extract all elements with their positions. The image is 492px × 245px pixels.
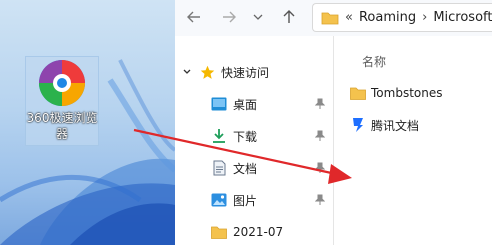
navigation-pane: 快速访问 桌面 下载 文档 图片 2021-07 bbox=[175, 36, 333, 245]
address-bar[interactable]: « Roaming › Microsoft bbox=[312, 3, 492, 32]
nav-item-label: 2021-07 bbox=[233, 225, 284, 239]
pin-icon[interactable] bbox=[315, 130, 325, 142]
desktop-shortcut-360-browser[interactable]: 360极速浏览器 bbox=[25, 56, 99, 146]
chevron-down-icon bbox=[183, 69, 191, 74]
nav-item-label: 图片 bbox=[233, 193, 258, 208]
arrow-up-icon bbox=[283, 10, 295, 23]
list-item[interactable]: 腾讯文档 bbox=[350, 114, 419, 136]
recent-locations-button[interactable] bbox=[251, 6, 265, 28]
nav-item-documents[interactable]: 文档 bbox=[211, 157, 257, 179]
download-icon bbox=[211, 128, 227, 144]
desktop-shortcut-label: 360极速浏览器 bbox=[26, 111, 98, 141]
breadcrumb-overflow[interactable]: « bbox=[345, 10, 353, 25]
chevron-down-icon bbox=[253, 14, 263, 20]
breadcrumb-roaming[interactable]: Roaming bbox=[359, 10, 416, 25]
nav-item-desktop[interactable]: 桌面 bbox=[211, 93, 257, 115]
pin-icon[interactable] bbox=[315, 194, 325, 206]
nav-item-label: 下载 bbox=[233, 129, 258, 144]
nav-item-label: 桌面 bbox=[233, 97, 258, 112]
folder-icon bbox=[321, 12, 339, 24]
file-list: 名称 Tombstones 腾讯文档 bbox=[334, 36, 492, 245]
breadcrumb-separator[interactable]: › bbox=[422, 10, 427, 25]
up-button[interactable] bbox=[278, 6, 300, 28]
nav-item-2021-07[interactable]: 2021-07 bbox=[211, 221, 283, 243]
nav-item-label: 快速访问 bbox=[221, 65, 270, 80]
nav-quick-access[interactable]: 快速访问 bbox=[183, 61, 269, 83]
column-header-name[interactable]: 名称 bbox=[362, 53, 386, 70]
360-browser-logo-icon bbox=[39, 60, 85, 106]
file-explorer-window: « Roaming › Microsoft 快速访问 桌面 下载 文档 图片 2… bbox=[175, 0, 492, 245]
arrow-right-icon bbox=[223, 11, 236, 23]
navigation-toolbar: « Roaming › Microsoft bbox=[175, 0, 492, 36]
list-item[interactable]: Tombstones bbox=[350, 82, 442, 104]
back-button[interactable] bbox=[183, 6, 205, 28]
star-icon bbox=[199, 64, 215, 80]
picture-icon bbox=[211, 192, 227, 208]
tencent-docs-icon bbox=[350, 117, 366, 133]
file-name: 腾讯文档 bbox=[371, 118, 420, 133]
desktop-icon bbox=[211, 96, 227, 112]
nav-item-downloads[interactable]: 下载 bbox=[211, 125, 257, 147]
document-icon bbox=[211, 160, 227, 176]
pin-icon[interactable] bbox=[315, 162, 325, 174]
file-name: Tombstones bbox=[371, 86, 443, 100]
nav-item-pictures[interactable]: 图片 bbox=[211, 189, 257, 211]
folder-icon bbox=[350, 85, 366, 101]
arrow-left-icon bbox=[187, 11, 200, 23]
folder-icon bbox=[211, 224, 227, 240]
nav-item-label: 文档 bbox=[233, 161, 258, 176]
desktop: 360极速浏览器 bbox=[0, 0, 175, 245]
breadcrumb-microsoft[interactable]: Microsoft bbox=[433, 10, 492, 25]
forward-button[interactable] bbox=[218, 6, 240, 28]
pin-icon[interactable] bbox=[315, 98, 325, 110]
